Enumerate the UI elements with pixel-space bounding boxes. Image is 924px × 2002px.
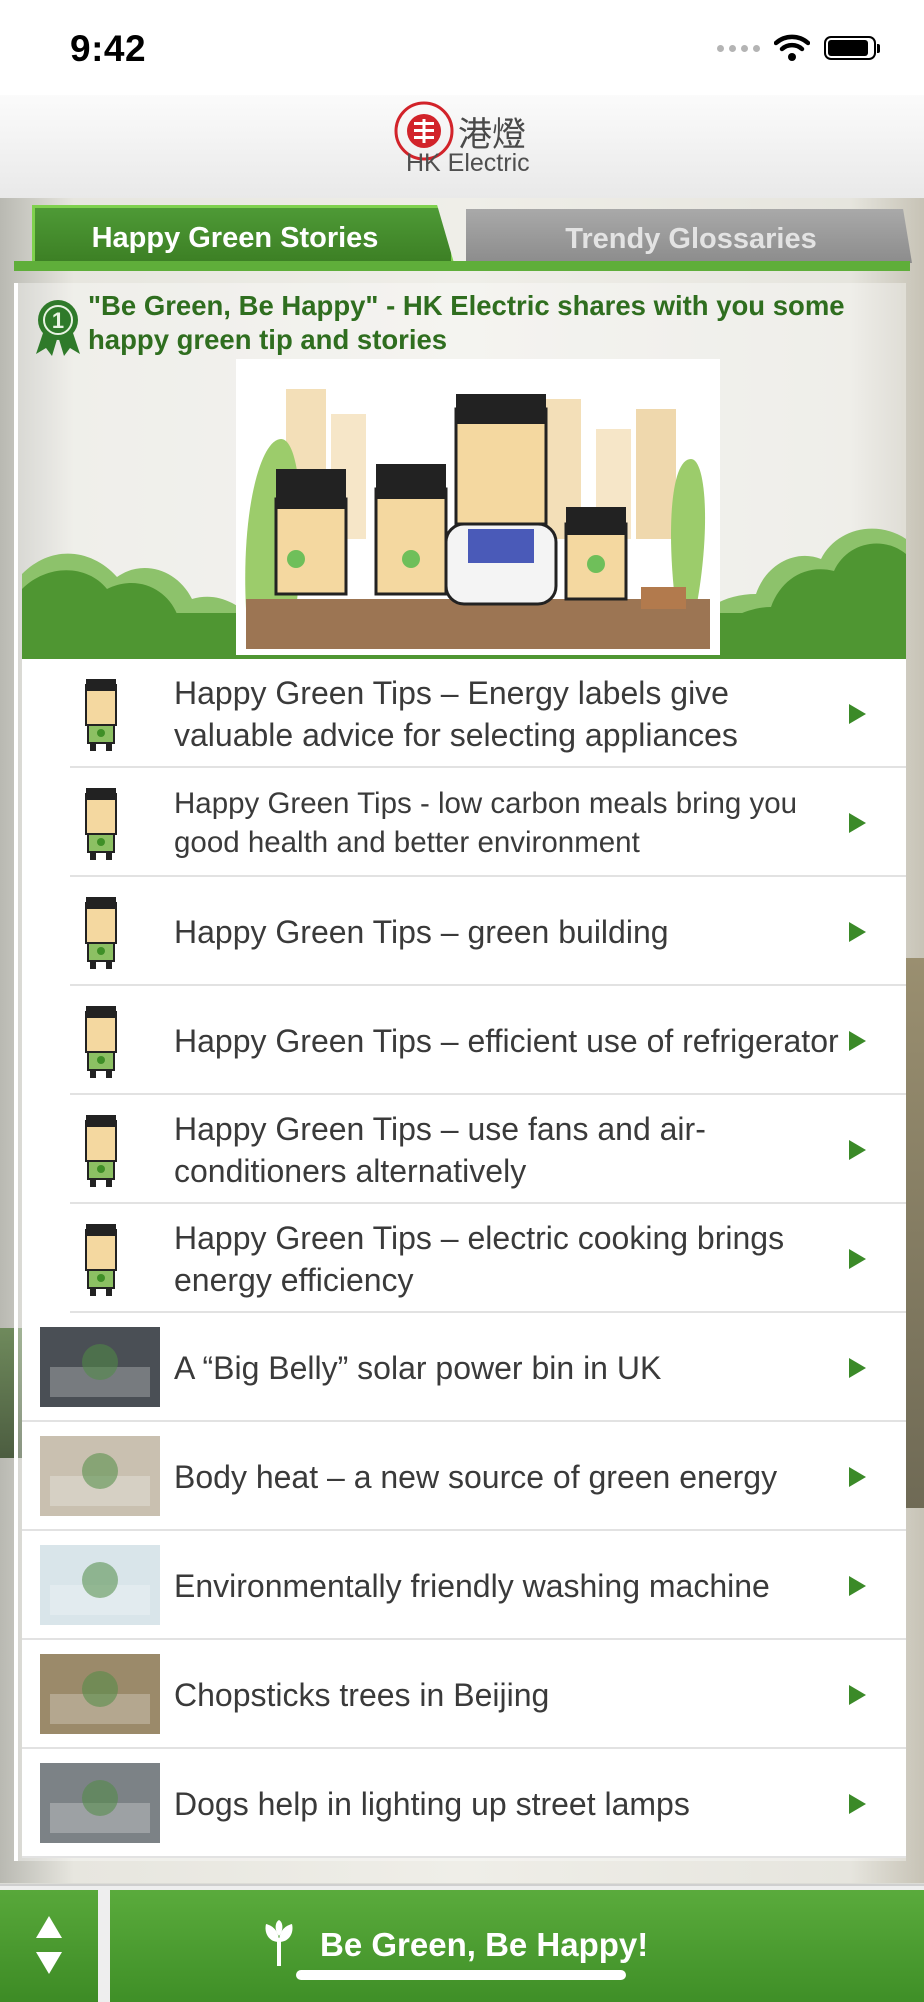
character-thumbnail [72, 1002, 132, 1080]
home-indicator [296, 1970, 626, 1980]
chevron-right-icon [849, 1794, 866, 1814]
sort-button[interactable] [0, 1890, 98, 2002]
story-title: Happy Green Tips – electric cooking brin… [174, 1219, 785, 1298]
story-list-item[interactable]: Happy Green Tips – Energy labels give va… [22, 659, 906, 768]
chevron-right-icon [849, 1358, 866, 1378]
stories-list: Happy Green Tips – Energy labels give va… [22, 659, 906, 1858]
hk-electric-logo: 港燈 HK Electric [392, 95, 542, 185]
status-icons [717, 34, 880, 62]
bottom-bar-label: Be Green, Be Happy! [320, 1926, 649, 1963]
story-list-item[interactable]: A “Big Belly” solar power bin in UK [22, 1313, 906, 1422]
happy-family-illustration [236, 359, 720, 655]
story-title: Dogs help in lighting up street lamps [174, 1785, 690, 1822]
be-green-button[interactable]: Be Green, Be Happy! [110, 1890, 924, 2002]
chevron-right-icon [849, 1467, 866, 1487]
character-thumbnail [72, 893, 132, 971]
story-list-item[interactable]: Body heat – a new source of green energy [22, 1422, 906, 1531]
story-list-item[interactable]: Happy Green Tips - low carbon meals brin… [22, 768, 906, 877]
story-title: A “Big Belly” solar power bin in UK [174, 1349, 662, 1386]
chevron-right-icon [849, 1576, 866, 1596]
story-list-item[interactable]: Dogs help in lighting up street lamps [22, 1749, 906, 1858]
tab-label: Happy Green Stories [91, 222, 379, 254]
banner-illustration [236, 359, 720, 655]
tab-label: Trendy Glossaries [565, 223, 817, 255]
chevron-right-icon [849, 1685, 866, 1705]
status-time: 9:42 [70, 28, 147, 69]
chevron-right-icon [849, 1249, 866, 1269]
chevron-right-icon [849, 1140, 866, 1160]
badge-number: 1 [52, 308, 64, 333]
story-list-item[interactable]: Happy Green Tips – efficient use of refr… [22, 986, 906, 1095]
story-title: Environmentally friendly washing machine [174, 1567, 770, 1604]
ribbon-badge-icon: 1 [36, 300, 80, 356]
chevron-right-icon [849, 922, 866, 942]
story-title: Happy Green Tips – green building [174, 913, 669, 950]
intro-text: "Be Green, Be Happy" - HK Electric share… [88, 290, 845, 355]
character-thumbnail [72, 675, 132, 753]
chevron-right-icon [849, 1031, 866, 1051]
photo-thumbnail [40, 1327, 160, 1407]
story-title: Happy Green Tips – efficient use of refr… [174, 1022, 839, 1059]
story-list-item[interactable]: Happy Green Tips – electric cooking brin… [22, 1204, 906, 1313]
background-tree [905, 958, 924, 1508]
logo-english-text: HK Electric [406, 149, 530, 177]
battery-icon [824, 36, 880, 60]
character-thumbnail [72, 784, 132, 862]
tab-underline [14, 261, 910, 271]
stories-panel: 1 "Be Green, Be Happy" - HK Electric sha… [14, 283, 906, 1861]
photo-thumbnail [40, 1654, 160, 1734]
chevron-right-icon [849, 704, 866, 724]
story-title: Happy Green Tips - low carbon meals brin… [174, 786, 798, 859]
tab-trendy-glossaries[interactable]: Trendy Glossaries [466, 209, 912, 263]
photo-thumbnail [40, 1545, 160, 1625]
sprout-icon [265, 1920, 293, 1966]
character-thumbnail [72, 1111, 132, 1189]
up-down-arrows-icon [36, 1916, 62, 1974]
chevron-right-icon [849, 813, 866, 833]
story-list-item[interactable]: Chopsticks trees in Beijing [22, 1640, 906, 1749]
story-list-item[interactable]: Happy Green Tips – green building [22, 877, 906, 986]
wifi-icon [774, 34, 810, 61]
story-list-item[interactable]: Happy Green Tips – use fans and air-cond… [22, 1095, 906, 1204]
tab-bar: Happy Green Stories Trendy Glossaries [14, 205, 912, 271]
story-title: Chopsticks trees in Beijing [174, 1676, 550, 1713]
story-list-item[interactable]: Environmentally friendly washing machine [22, 1531, 906, 1640]
banner [22, 359, 906, 659]
photo-thumbnail [40, 1436, 160, 1516]
app-header: 港燈 HK Electric [0, 95, 924, 199]
story-title: Happy Green Tips – use fans and air-cond… [174, 1110, 706, 1189]
photo-thumbnail [40, 1763, 160, 1843]
cellular-signal-icon [717, 44, 760, 52]
story-title: Body heat – a new source of green energy [174, 1458, 778, 1495]
story-title: Happy Green Tips – Energy labels give va… [174, 674, 738, 753]
tab-happy-green-stories[interactable]: Happy Green Stories [32, 205, 454, 263]
bottom-bar: Be Green, Be Happy! [0, 1884, 924, 2002]
character-thumbnail [72, 1220, 132, 1298]
status-bar: 9:42 [0, 0, 924, 95]
